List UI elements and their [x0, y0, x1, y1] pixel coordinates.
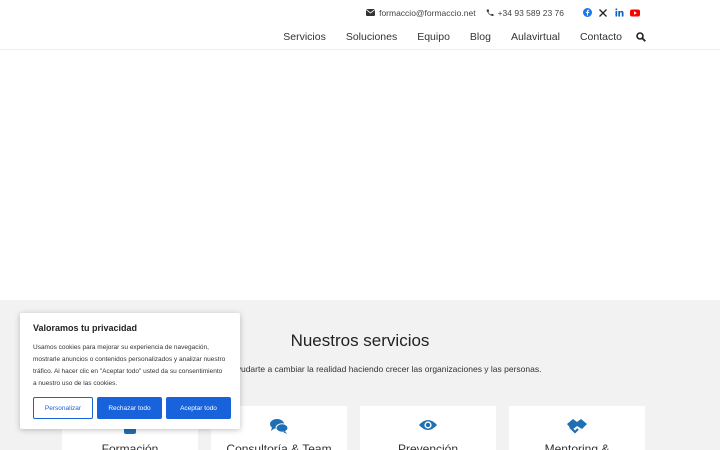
nav-item-aulavirtual[interactable]: Aulavirtual — [511, 31, 560, 43]
eye-icon — [360, 418, 496, 432]
service-card-title: Consultoría & Team — [226, 442, 332, 450]
main-nav: Servicios Soluciones Equipo Blog Aulavir… — [0, 25, 720, 50]
top-contact-bar: formaccio@formaccio.net +34 93 589 23 76 — [0, 0, 720, 25]
service-card-title: Mentoring & — [544, 442, 610, 450]
service-card-title: Formación — [101, 442, 159, 450]
nav-item-equipo[interactable]: Equipo — [417, 31, 450, 43]
phone-icon — [486, 9, 494, 16]
phone-text: +34 93 589 23 76 — [497, 7, 564, 18]
cookie-title: Valoramos tu privacidad — [33, 323, 138, 333]
reject-all-button[interactable]: Rechazar todo — [97, 397, 162, 419]
cookie-buttons: Personalizar Rechazar todo Aceptar todo — [33, 397, 235, 419]
envelope-icon — [366, 9, 376, 16]
cookie-consent-dialog: Valoramos tu privacidad Usamos cookies p… — [20, 313, 240, 429]
social-links — [578, 6, 642, 20]
linkedin-icon[interactable] — [612, 6, 626, 20]
customize-button[interactable]: Personalizar — [33, 397, 93, 419]
nav-item-servicios[interactable]: Servicios — [283, 31, 326, 43]
email-text: formaccio@formaccio.net — [379, 7, 476, 18]
nav-item-contacto[interactable]: Contacto — [580, 31, 622, 43]
phone-link[interactable]: +34 93 589 23 76 — [486, 8, 564, 18]
service-card-title: Prevención — [397, 442, 459, 450]
nav-item-blog[interactable]: Blog — [470, 31, 491, 43]
hero-area — [0, 50, 720, 300]
service-card-mentoring[interactable]: Mentoring & — [509, 406, 645, 450]
accept-all-button[interactable]: Aceptar todo — [166, 397, 231, 419]
email-link[interactable]: formaccio@formaccio.net — [366, 8, 476, 18]
handshake-icon — [509, 418, 645, 434]
nav-item-soluciones[interactable]: Soluciones — [346, 31, 397, 43]
cookie-text: Usamos cookies para mejorar su experienc… — [33, 344, 226, 387]
x-icon[interactable] — [596, 6, 610, 20]
facebook-icon[interactable] — [580, 6, 594, 20]
search-icon[interactable] — [636, 32, 646, 42]
service-card-prevencion[interactable]: Prevención — [360, 406, 496, 450]
youtube-icon[interactable] — [628, 6, 642, 20]
services-subtitle: ayudarte a cambiar la realidad haciendo … — [232, 364, 542, 374]
